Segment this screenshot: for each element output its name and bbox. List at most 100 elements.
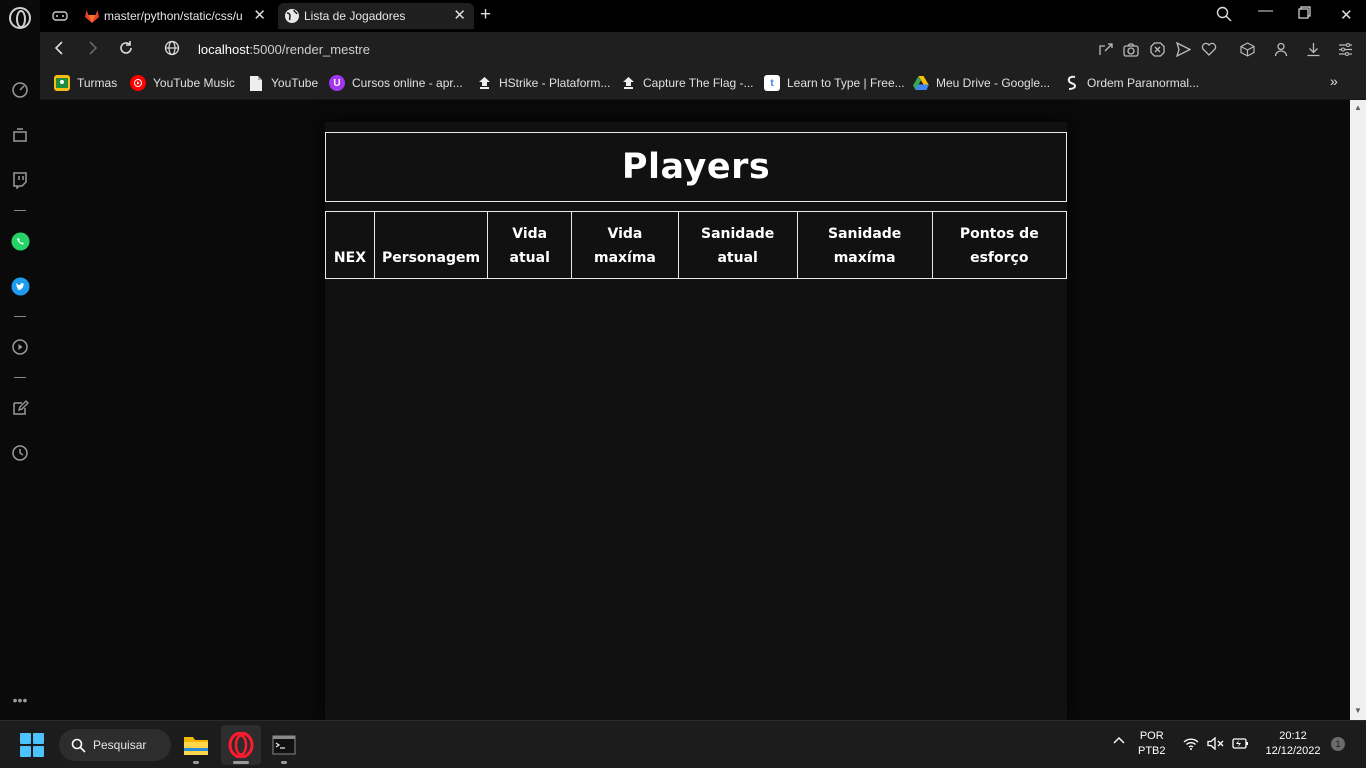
scroll-down-icon[interactable]: ▼ (1354, 706, 1362, 715)
reload-icon[interactable] (118, 40, 134, 61)
adblock-icon[interactable] (1149, 41, 1165, 57)
pinboard-icon[interactable] (10, 398, 30, 418)
google-drive-icon (913, 75, 929, 91)
hstrike-icon (476, 75, 492, 91)
column-header-line2: NEX (333, 250, 366, 266)
twitter-icon[interactable] (10, 276, 30, 296)
bookmark-label: Ordem Paranormal... (1087, 76, 1200, 90)
windows-start-icon[interactable] (20, 733, 44, 757)
bookmark-learn-to-type[interactable]: t Learn to Type | Free... (764, 75, 905, 91)
bookmark-label: Cursos online - apr... (352, 76, 463, 90)
workspaces-icon[interactable] (10, 125, 30, 145)
bookmark-capture-the-flag[interactable]: Capture The Flag -... (620, 75, 754, 91)
clock[interactable]: 20:12 12/12/2022 (1262, 729, 1324, 759)
column-header-line1: Vida (512, 226, 548, 242)
column-header-sanidade-maxima: Sanidade maxíma (796, 211, 933, 279)
app-indicator (281, 761, 287, 764)
site-info-icon[interactable] (164, 40, 180, 61)
taskbar-search-button[interactable]: Pesquisar (59, 729, 171, 761)
bookmarks-bar: Turmas YouTube Music YouTube U Cursos on… (40, 68, 1366, 100)
bookmark-cursos-online[interactable]: U Cursos online - apr... (329, 75, 463, 91)
opera-menu-icon[interactable] (9, 7, 31, 29)
input-language[interactable]: POR PTB2 (1138, 729, 1166, 759)
column-header-line2: atual (717, 250, 758, 266)
column-header-line1: Vida (607, 226, 643, 242)
new-tab-icon[interactable]: + (480, 4, 491, 26)
app-indicator (233, 761, 249, 764)
column-header-line2: atual (509, 250, 550, 266)
address-bar: localhost:5000/render_mestre (40, 32, 1366, 68)
heart-icon[interactable] (1201, 41, 1217, 57)
bookmark-youtube[interactable]: YouTube (248, 75, 318, 91)
column-header-line2: maxíma (593, 250, 656, 266)
page-scrollbar[interactable]: ▲ ▼ (1350, 100, 1366, 720)
page-viewport: Players NEX Personagem Vida atual Vida max… (40, 100, 1350, 720)
share-icon[interactable] (1097, 41, 1113, 57)
column-header-line1: Sanidade (701, 226, 775, 242)
column-header-vida-atual: Vida atual (487, 211, 573, 279)
content-panel: Players NEX Personagem Vida atual Vida max… (325, 122, 1068, 720)
url-field[interactable]: localhost:5000/render_mestre (198, 42, 370, 57)
app-indicator (193, 761, 199, 764)
tab-island-icon[interactable] (46, 3, 76, 29)
bookmark-meu-drive[interactable]: Meu Drive - Google... (913, 75, 1050, 91)
close-tab-icon[interactable]: ✕ (453, 8, 466, 24)
volume-muted-icon[interactable] (1207, 736, 1224, 755)
minimize-icon[interactable]: — (1258, 2, 1273, 19)
sidebar-divider (14, 316, 26, 317)
history-icon[interactable] (10, 443, 30, 463)
whatsapp-icon[interactable] (10, 231, 30, 251)
close-window-icon[interactable]: ✕ (1340, 6, 1353, 24)
gitlab-icon (85, 10, 99, 23)
bookmark-youtube-music[interactable]: YouTube Music (130, 75, 235, 91)
profile-icon[interactable] (1273, 41, 1289, 57)
snapshot-icon[interactable] (1123, 41, 1139, 57)
players-table: NEX Personagem Vida atual Vida maxíma Sani… (325, 211, 1068, 279)
tab-lista-de-jogadores[interactable]: Lista de Jogadores ✕ (278, 3, 474, 29)
bookmark-ordem-paranormal[interactable]: Ordem Paranormal... (1064, 75, 1199, 91)
twitch-icon[interactable] (10, 170, 30, 190)
url-path: :5000/render_mestre (249, 42, 370, 57)
bookmark-label: Turmas (77, 76, 118, 90)
tab-gitlab[interactable]: master/python/static/css/u ✕ (78, 3, 274, 29)
bookmarks-overflow-icon[interactable]: » (1330, 73, 1338, 89)
youtube-music-icon (130, 75, 146, 91)
language-code: POR (1139, 730, 1164, 742)
forward-icon[interactable] (86, 40, 100, 61)
terminal-icon[interactable] (264, 725, 304, 765)
close-tab-icon[interactable]: ✕ (253, 8, 266, 24)
table-header-row: NEX Personagem Vida atual Vida maxíma Sani… (325, 211, 1068, 279)
scroll-up-icon[interactable]: ▲ (1354, 103, 1362, 112)
bookmark-label: YouTube Music (153, 76, 235, 90)
extensions-icon[interactable] (1239, 41, 1255, 57)
download-icon[interactable] (1305, 41, 1321, 57)
restore-icon[interactable] (1298, 6, 1311, 23)
typing-icon: t (764, 75, 780, 91)
back-icon[interactable] (52, 40, 66, 61)
column-header-line2: Personagem (381, 250, 481, 266)
ctf-icon (620, 75, 636, 91)
show-hidden-icons-icon[interactable] (1112, 735, 1126, 750)
bookmark-label: Meu Drive - Google... (936, 76, 1051, 90)
battery-charging-icon[interactable] (1231, 736, 1249, 755)
speed-dial-icon[interactable] (10, 80, 30, 100)
sidebar-divider (14, 210, 26, 211)
clock-date: 12/12/2022 (1265, 745, 1321, 757)
player-icon[interactable] (10, 337, 30, 357)
file-explorer-icon[interactable] (176, 725, 216, 765)
search-tabs-icon[interactable] (1216, 6, 1232, 26)
wifi-icon[interactable] (1183, 737, 1199, 755)
search-icon (71, 738, 86, 753)
easy-setup-icon[interactable] (1337, 41, 1353, 57)
bookmark-turmas[interactable]: Turmas (54, 75, 117, 91)
column-header-line2: maxíma (833, 250, 896, 266)
send-icon[interactable] (1175, 41, 1191, 57)
column-header-sanidade-atual: Sanidade atual (677, 211, 798, 279)
column-header-line2: esforço (970, 250, 1029, 266)
tab-bar: master/python/static/css/u ✕ Lista de Jo… (40, 0, 1366, 32)
bookmark-hstrike[interactable]: HStrike - Plataform... (476, 75, 610, 91)
sidebar-more-icon[interactable]: ••• (10, 690, 30, 710)
opera-taskbar-icon[interactable] (221, 725, 261, 765)
column-header-pontos-de-esforco: Pontos de esforço (931, 211, 1068, 279)
notification-badge[interactable]: 1 (1331, 737, 1345, 751)
